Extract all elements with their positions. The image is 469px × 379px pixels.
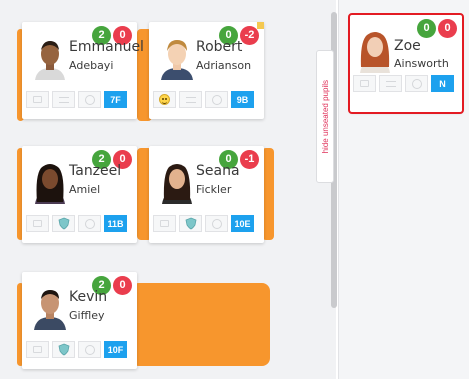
pupil-action-row: N: [353, 75, 454, 92]
negative-points-badge[interactable]: 0: [438, 19, 457, 38]
clock-icon[interactable]: [78, 215, 101, 232]
hide-unseated-pupils-toggle[interactable]: hide unseated pupils: [316, 50, 334, 183]
shield-icon[interactable]: [52, 215, 75, 232]
pupil-first-name: Kevin: [69, 289, 108, 305]
group-tag[interactable]: 9B: [231, 91, 254, 108]
pupil-card-seana[interactable]: 0 -1 Seana Fickler 10E: [149, 146, 264, 243]
pupil-first-name: Robert: [196, 39, 243, 55]
pupil-photo: [35, 164, 65, 204]
shield-icon[interactable]: [179, 215, 202, 232]
marker-corner: [257, 22, 264, 29]
note-icon[interactable]: [353, 75, 376, 92]
pupil-photo: [360, 32, 390, 73]
negative-points-badge[interactable]: 0: [113, 276, 132, 295]
desk-empty-3: [131, 283, 270, 366]
clock-icon[interactable]: [205, 215, 228, 232]
pupil-first-name: Emmanuel: [69, 39, 144, 55]
note-icon[interactable]: [153, 215, 176, 232]
pupil-last-name: Adrianson: [196, 59, 252, 72]
smiley-icon[interactable]: [153, 91, 176, 108]
pupil-action-row: 9B: [153, 91, 254, 108]
group-tag[interactable]: N: [431, 75, 454, 92]
pupil-card-kevin[interactable]: 2 0 Kevin Giffley 10F: [22, 272, 137, 369]
pupil-photo: [162, 164, 192, 204]
note-icon[interactable]: [26, 341, 49, 358]
hide-unseated-pupils-label: hide unseated pupils: [320, 79, 330, 154]
pupil-last-name: Fickler: [196, 183, 232, 196]
group-tag[interactable]: 7F: [104, 91, 127, 108]
pupil-card-emmanuel[interactable]: 2 0 Emmanuel Adebayi 7F: [22, 22, 144, 119]
clock-icon[interactable]: [78, 91, 101, 108]
pupil-photo: [35, 41, 65, 80]
pupil-action-row: 11B: [26, 215, 127, 232]
pupil-last-name: Giffley: [69, 309, 105, 322]
pupil-card-zoe[interactable]: 0 0 Zoe Ainsworth N: [348, 13, 464, 114]
note-icon[interactable]: [26, 91, 49, 108]
group-tag[interactable]: 11B: [104, 215, 127, 232]
pupil-first-name: Zoe: [394, 38, 421, 54]
pupil-last-name: Ainsworth: [394, 57, 449, 70]
negative-points-badge[interactable]: -2: [240, 26, 259, 45]
flag-icon[interactable]: [52, 91, 75, 108]
flag-icon[interactable]: [179, 91, 202, 108]
unseated-pupils-panel: 0 0 Zoe Ainsworth N: [338, 0, 469, 379]
positive-points-badge[interactable]: 0: [417, 19, 436, 38]
pupil-first-name: Tanzeel: [69, 163, 122, 179]
group-tag[interactable]: 10E: [231, 215, 254, 232]
pupil-last-name: Adebayi: [69, 59, 114, 72]
pupil-card-tanzeel[interactable]: 2 0 Tanzeel Amiel 11B: [22, 146, 137, 243]
pupil-action-row: 10F: [26, 341, 127, 358]
shield-icon[interactable]: [52, 341, 75, 358]
pupil-first-name: Seana: [196, 163, 240, 179]
pupil-action-row: 10E: [153, 215, 254, 232]
pupil-last-name: Amiel: [69, 183, 101, 196]
flag-icon[interactable]: [379, 75, 402, 92]
negative-points-badge[interactable]: -1: [240, 150, 259, 169]
clock-icon[interactable]: [78, 341, 101, 358]
group-tag[interactable]: 10F: [104, 341, 127, 358]
seating-plan-area: 2 0 Emmanuel Adebayi 7F 0 -2 Robert Adri…: [0, 0, 337, 379]
pupil-action-row: 7F: [26, 91, 127, 108]
note-icon[interactable]: [26, 215, 49, 232]
pupil-card-robert[interactable]: 0 -2 Robert Adrianson 9B: [149, 22, 264, 119]
pupil-photo: [34, 290, 66, 330]
clock-icon[interactable]: [205, 91, 228, 108]
clock-icon[interactable]: [405, 75, 428, 92]
pupil-photo: [161, 40, 193, 80]
